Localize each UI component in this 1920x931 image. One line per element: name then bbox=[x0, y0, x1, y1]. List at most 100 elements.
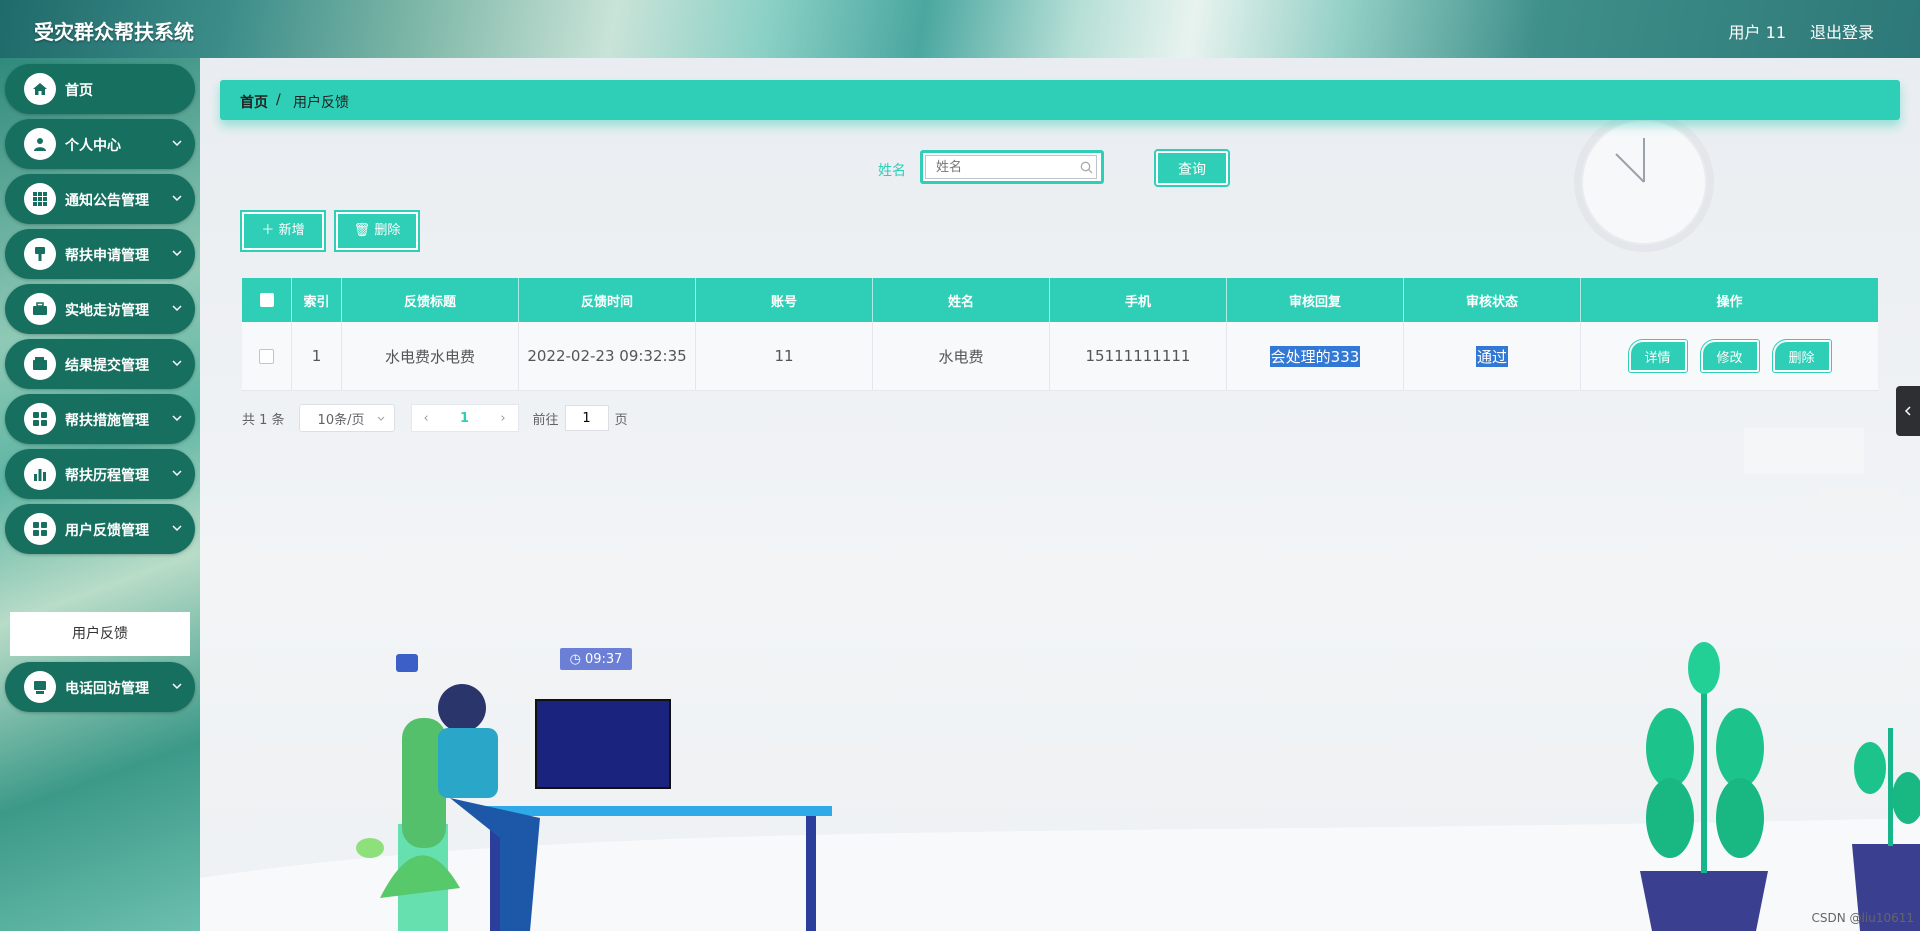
cell-account: 11 bbox=[696, 322, 873, 390]
sidebar-item-aid-history[interactable]: 帮扶历程管理 bbox=[5, 449, 195, 499]
grid-icon bbox=[24, 183, 56, 215]
apps-icon bbox=[24, 403, 56, 435]
chevron-down-icon bbox=[172, 250, 182, 257]
table-row: 1 水电费水电费 2022-02-23 09:32:35 11 水电费 1511… bbox=[242, 322, 1878, 391]
wallet-icon bbox=[24, 348, 56, 380]
collapse-panel-tab[interactable] bbox=[1896, 386, 1920, 436]
column-header[interactable]: 审核状态 bbox=[1404, 278, 1581, 322]
chevron-down-icon bbox=[377, 416, 384, 421]
main-content: ◷ 09:37 首页 / 用户反馈 姓名 查询 ＋ 新增 🗑 删除 索引 反馈标… bbox=[200, 58, 1920, 931]
column-header[interactable]: 姓名 bbox=[873, 278, 1050, 322]
sidebar-item-label: 帮扶历程管理 bbox=[65, 468, 149, 484]
select-all-checkbox[interactable] bbox=[259, 293, 274, 307]
feedback-table: 索引 反馈标题 反馈时间 账号 姓名 手机 审核回复 审核状态 操作 1 水电费… bbox=[242, 278, 1878, 391]
sidebar-item-label: 用户反馈管理 bbox=[65, 523, 149, 539]
chevron-down-icon bbox=[172, 415, 182, 422]
column-header[interactable]: 反馈时间 bbox=[519, 278, 696, 322]
chevron-down-icon bbox=[172, 195, 182, 202]
row-delete-button[interactable]: 删除 bbox=[1771, 339, 1832, 373]
apps-icon bbox=[24, 513, 56, 545]
sidebar-item-label: 首页 bbox=[65, 83, 93, 99]
clock-time-text: 09:37 bbox=[584, 651, 623, 667]
prev-page-icon[interactable]: ‹ bbox=[424, 411, 429, 426]
column-header[interactable]: 手机 bbox=[1050, 278, 1227, 322]
column-header[interactable]: 账号 bbox=[696, 278, 873, 322]
cell-name: 水电费 bbox=[873, 322, 1050, 390]
sidebar-item-label: 电话回访管理 bbox=[65, 681, 149, 697]
sidebar-item-field-visit[interactable]: 实地走访管理 bbox=[5, 284, 195, 334]
status-text: 通过 bbox=[1475, 345, 1508, 367]
page-navigator: ‹ 1 › bbox=[410, 404, 519, 432]
page-number[interactable]: 1 bbox=[460, 411, 469, 426]
add-button-label: 新增 bbox=[278, 223, 305, 238]
sidebar-item-home[interactable]: 首页 bbox=[5, 64, 195, 114]
sidebar-item-label: 实地走访管理 bbox=[65, 303, 149, 319]
column-header[interactable]: 索引 bbox=[292, 278, 342, 322]
breadcrumb-home[interactable]: 首页 bbox=[240, 92, 268, 112]
cell-time: 2022-02-23 09:32:35 bbox=[519, 322, 696, 390]
cell-reply: 会处理的333 bbox=[1227, 322, 1404, 390]
sidebar-item-phone-visit[interactable]: 电话回访管理 bbox=[5, 662, 195, 712]
add-button[interactable]: ＋ 新增 bbox=[240, 210, 326, 252]
submenu-item-user-feedback[interactable]: 用户反馈 bbox=[10, 612, 190, 656]
sidebar-item-label: 个人中心 bbox=[65, 138, 121, 154]
column-header[interactable]: 反馈标题 bbox=[342, 278, 519, 322]
detail-button[interactable]: 详情 bbox=[1627, 339, 1688, 373]
column-header[interactable]: 审核回复 bbox=[1227, 278, 1404, 322]
sidebar-item-aid-measures[interactable]: 帮扶措施管理 bbox=[5, 394, 195, 444]
clock-icon: ◷ bbox=[569, 651, 581, 667]
search-icon bbox=[1080, 161, 1093, 174]
watermark: CSDN @liu10611 bbox=[1811, 911, 1914, 925]
breadcrumb-current: 用户反馈 bbox=[293, 95, 349, 111]
sidebar-item-personal-center[interactable]: 个人中心 bbox=[5, 119, 195, 169]
column-header: 操作 bbox=[1716, 294, 1743, 310]
plus-icon: ＋ bbox=[261, 223, 279, 238]
sidebar-item-aid-application[interactable]: 帮扶申请管理 bbox=[5, 229, 195, 279]
logout-link[interactable]: 退出登录 bbox=[1810, 19, 1874, 43]
sidebar-item-label: 结果提交管理 bbox=[65, 358, 149, 374]
chevron-down-icon bbox=[172, 140, 182, 147]
sidebar-item-notice[interactable]: 通知公告管理 bbox=[5, 174, 195, 224]
query-button[interactable]: 查询 bbox=[1154, 149, 1230, 187]
cell-phone: 15111111111 bbox=[1050, 322, 1227, 390]
cell-status: 通过 bbox=[1404, 322, 1581, 390]
page-unit: 页 bbox=[614, 412, 628, 428]
sidebar: 首页 个人中心 通知公告管理 帮扶申请管理 实地走访管理 结果提交管理 帮扶措施… bbox=[0, 58, 200, 931]
trash-icon: 🗑 bbox=[353, 223, 375, 238]
edit-button[interactable]: 修改 bbox=[1699, 339, 1760, 373]
chevron-down-icon bbox=[172, 683, 182, 690]
monitor-icon bbox=[24, 671, 56, 703]
breadcrumb-separator: / bbox=[276, 92, 281, 108]
search-label: 姓名 bbox=[878, 163, 906, 179]
row-select-cell bbox=[242, 322, 292, 390]
goto-page-input[interactable] bbox=[564, 405, 609, 431]
brush-icon bbox=[24, 238, 56, 270]
sidebar-item-result-submit[interactable]: 结果提交管理 bbox=[5, 339, 195, 389]
chevron-down-icon bbox=[172, 305, 182, 312]
top-header: 受灾群众帮扶系统 用户 11 退出登录 bbox=[0, 0, 1920, 58]
delete-button[interactable]: 🗑 删除 bbox=[334, 210, 420, 252]
sidebar-item-feedback[interactable]: 用户反馈管理 bbox=[5, 504, 195, 554]
reply-text: 会处理的333 bbox=[1269, 345, 1361, 367]
background-illustration bbox=[200, 112, 1920, 931]
briefcase-icon bbox=[24, 293, 56, 325]
chevron-down-icon bbox=[172, 360, 182, 367]
clock-time-badge: ◷ 09:37 bbox=[560, 648, 632, 670]
row-checkbox[interactable] bbox=[259, 348, 274, 364]
chart-icon bbox=[24, 458, 56, 490]
cell-index: 1 bbox=[292, 322, 342, 390]
page-size-select[interactable]: 10条/页 bbox=[298, 404, 395, 432]
search-input[interactable] bbox=[925, 155, 1097, 179]
pagination: 共 1 条 10条/页 ‹ 1 › 前往 页 bbox=[242, 404, 628, 432]
chevron-down-icon bbox=[172, 525, 182, 532]
home-icon bbox=[24, 73, 56, 105]
next-page-icon[interactable]: › bbox=[500, 411, 505, 426]
chevron-down-icon bbox=[172, 470, 182, 477]
pagination-total: 共 1 条 bbox=[242, 412, 285, 428]
goto-label: 前往 bbox=[532, 412, 559, 428]
user-icon bbox=[24, 128, 56, 160]
sidebar-item-label: 通知公告管理 bbox=[65, 193, 149, 209]
delete-button-label: 删除 bbox=[374, 223, 401, 238]
select-all-cell bbox=[242, 278, 292, 322]
chevron-left-icon bbox=[1904, 406, 1911, 416]
